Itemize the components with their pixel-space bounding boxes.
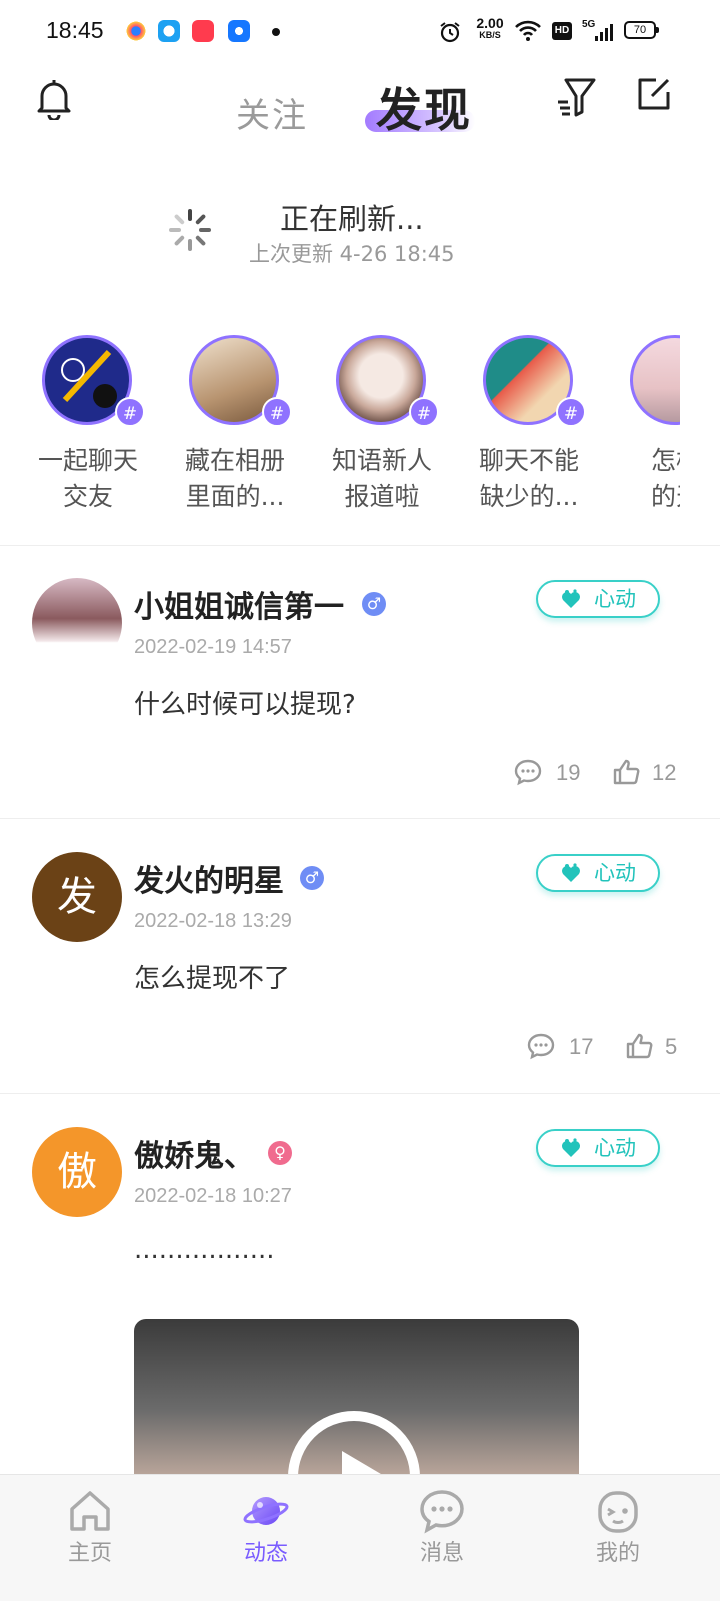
alarm-icon	[440, 22, 460, 43]
heart-icon	[562, 1138, 580, 1157]
heartbeat-label: 心动	[594, 587, 636, 611]
nav-moments[interactable]: 动态	[176, 1475, 356, 1575]
post-stats: 19 12	[514, 758, 684, 788]
heartbeat-label: 心动	[594, 861, 636, 885]
tab-follow[interactable]: 关注	[236, 88, 308, 137]
topic-label-line1: 藏在相册	[184, 446, 285, 475]
nav-home[interactable]: 主页	[0, 1475, 180, 1575]
avatar[interactable]: 傲	[32, 1127, 122, 1217]
username[interactable]: 小姐姐诚信第一	[134, 582, 344, 626]
planet-icon	[243, 1497, 289, 1525]
topic-label: 一起聊天 交友	[28, 443, 148, 515]
topic-label-line1: 一起聊天	[37, 446, 138, 475]
status-bar: 18:45 2.00 KB/S HD 5G 70	[0, 0, 720, 64]
topic-label-line1: 聊天不能	[478, 446, 579, 475]
more-notifications-dot	[272, 28, 280, 36]
post-divider	[0, 818, 720, 819]
nav-label: 动态	[243, 1541, 288, 1566]
post-time: 2022-02-19 14:57	[134, 636, 292, 658]
topic-label-line1: 怎样	[650, 446, 680, 475]
topic-label: 聊天不能 缺少的...	[469, 443, 589, 515]
signal-bars-icon	[595, 24, 613, 41]
app-notification-icon	[125, 20, 147, 42]
topic-label-line1: 知语新人	[331, 446, 432, 475]
profile-face-icon	[598, 1491, 638, 1533]
post-stats: 17 5	[527, 1032, 687, 1062]
tab-discover[interactable]: 发现	[376, 74, 472, 140]
like-count: 5	[665, 1034, 678, 1059]
feed-post[interactable]: 发 发火的明星 ♂ 2022-02-18 13:29 心动 怎么提现不了 17 …	[0, 852, 720, 1092]
hd-badge: HD	[552, 22, 572, 40]
post-time: 2022-02-18 13:29	[134, 910, 292, 932]
battery-indicator: 70	[624, 21, 659, 39]
comment-icon[interactable]	[527, 1032, 555, 1060]
topic-label-line2: 交友	[62, 482, 113, 511]
heartbeat-button[interactable]: 心动	[536, 854, 660, 892]
username[interactable]: 傲娇鬼、	[134, 1131, 254, 1175]
hashtag-badge: #	[115, 397, 145, 427]
nav-label: 我的	[595, 1541, 640, 1566]
female-gender-icon: ♀	[268, 1141, 292, 1165]
status-time: 18:45	[46, 17, 104, 43]
pull-refresh: 正在刷新... 上次更新 4-26 18:45	[0, 190, 720, 280]
top-header: 关注 发现	[0, 64, 720, 154]
post-content: 怎么提现不了	[134, 964, 291, 994]
feed-post[interactable]: 小姐姐诚信第一 ♂ 2022-02-19 14:57 心动 什么时候可以提现? …	[0, 578, 720, 818]
topic-label: 知语新人 报道啦	[322, 443, 442, 515]
nav-label: 主页	[67, 1541, 112, 1566]
bottom-navigation: 主页 动态 消息 我的	[0, 1474, 720, 1601]
post-content: 什么时候可以提现?	[134, 690, 356, 720]
topic-carousel[interactable]: # 一起聊天 交友 # 藏在相册 里面的... # 知语新人 报道啦 # 聊天不…	[0, 335, 680, 525]
topic-label: 怎样 的天	[616, 443, 680, 515]
topic-label: 藏在相册 里面的...	[175, 443, 295, 515]
video-notification-icon	[192, 20, 214, 42]
username[interactable]: 发火的明星	[134, 856, 284, 900]
heart-icon	[562, 863, 580, 882]
hashtag-badge: #	[556, 397, 586, 427]
like-count: 12	[652, 760, 677, 785]
wifi-icon	[515, 20, 541, 41]
comment-icon[interactable]	[514, 758, 542, 786]
nav-profile[interactable]: 我的	[528, 1475, 708, 1575]
section-divider	[0, 545, 720, 546]
heartbeat-button[interactable]: 心动	[536, 1129, 660, 1167]
loading-spinner-icon	[169, 209, 211, 251]
topic-label-line2: 里面的...	[185, 482, 285, 511]
topic-label-line2: 的天	[650, 482, 680, 511]
post-content: .................	[134, 1235, 275, 1265]
network-speed: 2.00 KB/S	[470, 15, 510, 41]
topic-cover	[630, 335, 680, 425]
avatar[interactable]: 发	[32, 852, 122, 942]
home-icon	[70, 1491, 110, 1531]
browser-notification-icon	[158, 20, 180, 42]
filter-icon[interactable]	[556, 76, 596, 118]
bell-icon[interactable]	[34, 76, 74, 120]
edit-post-icon[interactable]	[634, 74, 674, 114]
thumbs-up-icon[interactable]	[612, 758, 640, 786]
comment-count: 17	[569, 1034, 594, 1059]
male-gender-icon: ♂	[362, 592, 386, 616]
network-speed-value: 2.00	[476, 15, 504, 31]
heartbeat-label: 心动	[594, 1136, 636, 1160]
heart-icon	[562, 589, 580, 608]
message-icon	[420, 1490, 464, 1534]
last-updated: 上次更新 4-26 18:45	[249, 242, 455, 266]
thumbs-up-icon[interactable]	[625, 1032, 653, 1060]
topic-label-line2: 缺少的...	[479, 482, 579, 511]
post-divider	[0, 1093, 720, 1094]
refresh-status: 正在刷新...	[280, 202, 424, 236]
topic-label-line2: 报道啦	[344, 482, 420, 511]
message-notification-icon	[228, 20, 250, 42]
nav-label: 消息	[419, 1541, 464, 1566]
heartbeat-button[interactable]: 心动	[536, 580, 660, 618]
male-gender-icon: ♂	[300, 866, 324, 890]
hashtag-badge: #	[262, 397, 292, 427]
post-time: 2022-02-18 10:27	[134, 1185, 292, 1207]
comment-count: 19	[556, 760, 581, 785]
nav-messages[interactable]: 消息	[352, 1475, 532, 1575]
avatar[interactable]	[32, 578, 122, 668]
feed-post[interactable]: 傲 傲娇鬼、 ♀ 2022-02-18 10:27 心动 ...........…	[0, 1127, 720, 1579]
hashtag-badge: #	[409, 397, 439, 427]
